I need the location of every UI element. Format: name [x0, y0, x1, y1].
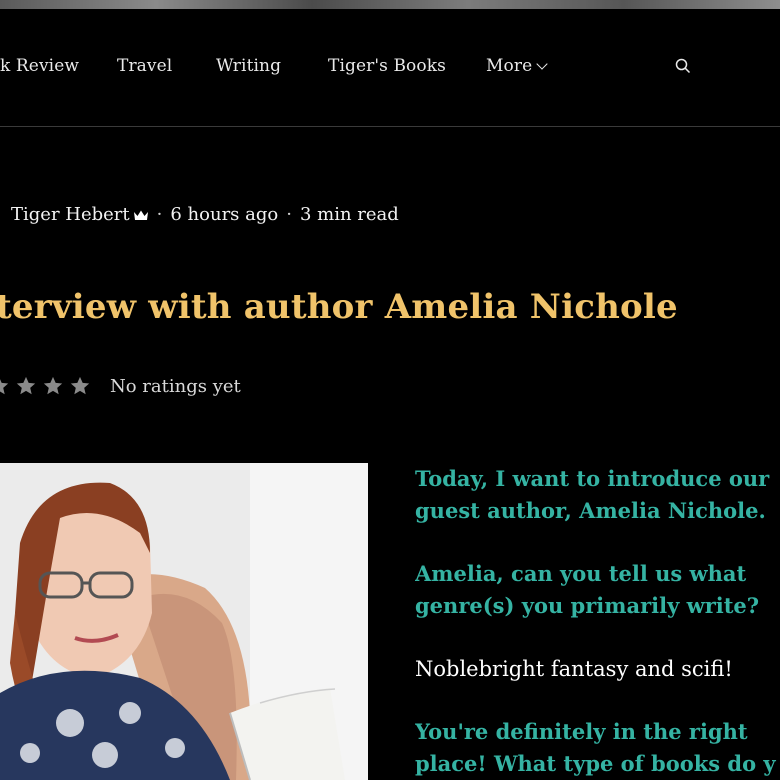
star-icon[interactable] — [42, 375, 64, 397]
nav-item-writing[interactable]: Writing — [216, 56, 281, 76]
star-icon[interactable] — [69, 375, 91, 397]
article-paragraph: Noblebright fantasy and scifi! — [415, 657, 733, 681]
nav-item-travel[interactable]: Travel — [117, 56, 172, 76]
crown-icon — [133, 210, 148, 220]
star-icon[interactable] — [15, 375, 37, 397]
meta-separator: · — [156, 204, 163, 225]
post-time: 6 hours ago — [170, 204, 279, 225]
site-nav: k Review Travel Writing Tiger's Books Mo… — [0, 9, 780, 126]
author-photo — [0, 463, 368, 780]
post-title: terview with author Amelia Nichole — [0, 287, 678, 327]
read-time: 3 min read — [299, 204, 399, 225]
article-paragraph: You're definitely in the right place! Wha… — [415, 719, 776, 776]
meta-separator: · — [286, 204, 292, 225]
nav-item-book-review[interactable]: k Review — [0, 56, 79, 76]
article-body: Today, I want to introduce our guest auth… — [415, 463, 780, 780]
rating-text: No ratings yet — [110, 375, 241, 397]
nav-more-label: More — [486, 56, 533, 76]
star-icon[interactable] — [0, 375, 10, 397]
nav-item-tigers-books[interactable]: Tiger's Books — [328, 56, 446, 76]
author-link[interactable]: Tiger Hebert — [11, 204, 130, 225]
header-banner-strip — [0, 0, 780, 9]
search-icon[interactable] — [675, 58, 691, 74]
nav-divider — [0, 126, 780, 127]
rating-widget[interactable]: No ratings yet — [0, 375, 241, 397]
chevron-down-icon — [536, 57, 548, 70]
article-paragraph: Amelia, can you tell us what genre(s) you… — [415, 561, 760, 618]
post-meta: Tiger Hebert · 6 hours ago · 3 min read — [11, 204, 399, 225]
nav-more-menu[interactable]: More — [486, 56, 548, 76]
article-paragraph: Today, I want to introduce our guest auth… — [415, 466, 770, 523]
